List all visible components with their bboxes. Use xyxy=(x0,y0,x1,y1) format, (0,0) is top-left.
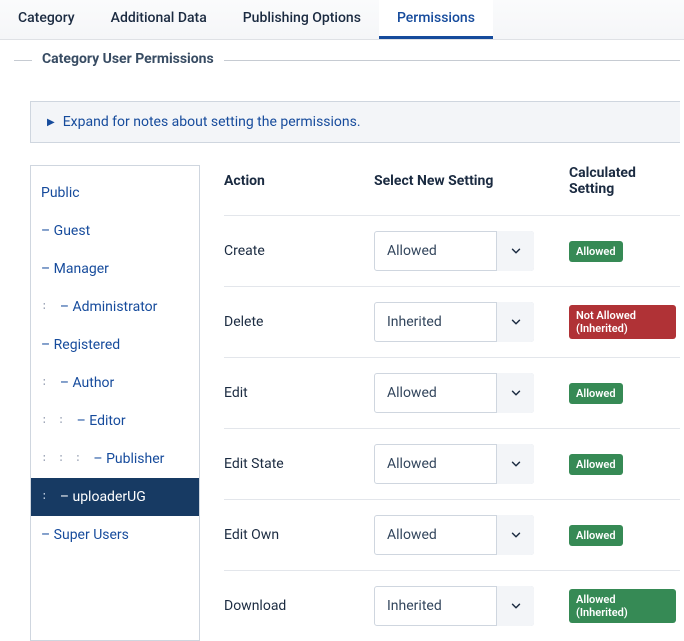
status-badge: Allowed xyxy=(569,383,623,404)
status-badge: Allowed xyxy=(569,525,623,546)
setting-select-create[interactable]: Allowed xyxy=(374,231,534,271)
expand-notes-text: Expand for notes about setting the permi… xyxy=(63,114,361,130)
triangle-right-icon: ▶ xyxy=(47,117,55,128)
chevron-down-icon xyxy=(496,515,534,555)
setting-select-edit[interactable]: Allowed xyxy=(374,373,534,413)
fieldset-legend: Category User Permissions xyxy=(32,51,224,67)
group-public[interactable]: Public xyxy=(31,174,199,212)
table-row: Edit Own Allowed Allowed xyxy=(224,500,680,571)
header-select: Select New Setting xyxy=(374,165,569,216)
tab-additional-data[interactable]: Additional Data xyxy=(93,0,225,39)
permissions-fieldset: Category User Permissions ▶ Expand for n… xyxy=(14,60,680,641)
table-row: Create Allowed Allowed xyxy=(224,216,680,287)
header-action: Action xyxy=(224,165,374,216)
group-administrator[interactable]: : – Administrator xyxy=(31,288,199,326)
group-author[interactable]: : – Author xyxy=(31,364,199,402)
action-cell: Download xyxy=(224,571,374,641)
tab-permissions[interactable]: Permissions xyxy=(379,0,493,39)
tab-category[interactable]: Category xyxy=(0,0,93,39)
group-editor[interactable]: : : – Editor xyxy=(31,402,199,440)
status-badge: Allowed (Inherited) xyxy=(569,589,676,623)
action-cell: Edit State xyxy=(224,429,374,500)
table-row: Download Inherited Allowed (Inherited) xyxy=(224,571,680,641)
group-guest[interactable]: – Guest xyxy=(31,212,199,250)
group-uploaderug[interactable]: : – uploaderUG xyxy=(31,478,199,516)
table-row: Edit State Allowed Allowed xyxy=(224,429,680,500)
group-publisher[interactable]: : : : – Publisher xyxy=(31,440,199,478)
action-cell: Create xyxy=(224,216,374,287)
setting-select-edit_state[interactable]: Allowed xyxy=(374,444,534,484)
chevron-down-icon xyxy=(496,373,534,413)
user-group-tree: Public – Guest – Manager : – Administrat… xyxy=(30,165,200,641)
setting-select-edit_own[interactable]: Allowed xyxy=(374,515,534,555)
status-badge: Not Allowed (Inherited) xyxy=(569,305,676,339)
table-row: Edit Allowed Allowed xyxy=(224,358,680,429)
tab-bar: Category Additional Data Publishing Opti… xyxy=(0,0,684,40)
group-manager[interactable]: – Manager xyxy=(31,250,199,288)
action-cell: Edit Own xyxy=(224,500,374,571)
setting-select-delete[interactable]: Inherited xyxy=(374,302,534,342)
status-badge: Allowed xyxy=(569,241,623,262)
group-superusers[interactable]: – Super Users xyxy=(31,516,199,554)
chevron-down-icon xyxy=(496,302,534,342)
action-cell: Delete xyxy=(224,287,374,358)
header-calculated: Calculated Setting xyxy=(569,165,680,216)
group-registered[interactable]: – Registered xyxy=(31,326,199,364)
table-row: Delete Inherited Not Allowed (Inherited) xyxy=(224,287,680,358)
status-badge: Allowed xyxy=(569,454,623,475)
action-cell: Edit xyxy=(224,358,374,429)
expand-notes-bar[interactable]: ▶ Expand for notes about setting the per… xyxy=(30,101,680,143)
permissions-table: Action Select New Setting Calculated Set… xyxy=(224,165,680,641)
chevron-down-icon xyxy=(496,231,534,271)
chevron-down-icon xyxy=(496,444,534,484)
tab-publishing-options[interactable]: Publishing Options xyxy=(225,0,379,39)
setting-select-download[interactable]: Inherited xyxy=(374,586,534,626)
chevron-down-icon xyxy=(496,586,534,626)
